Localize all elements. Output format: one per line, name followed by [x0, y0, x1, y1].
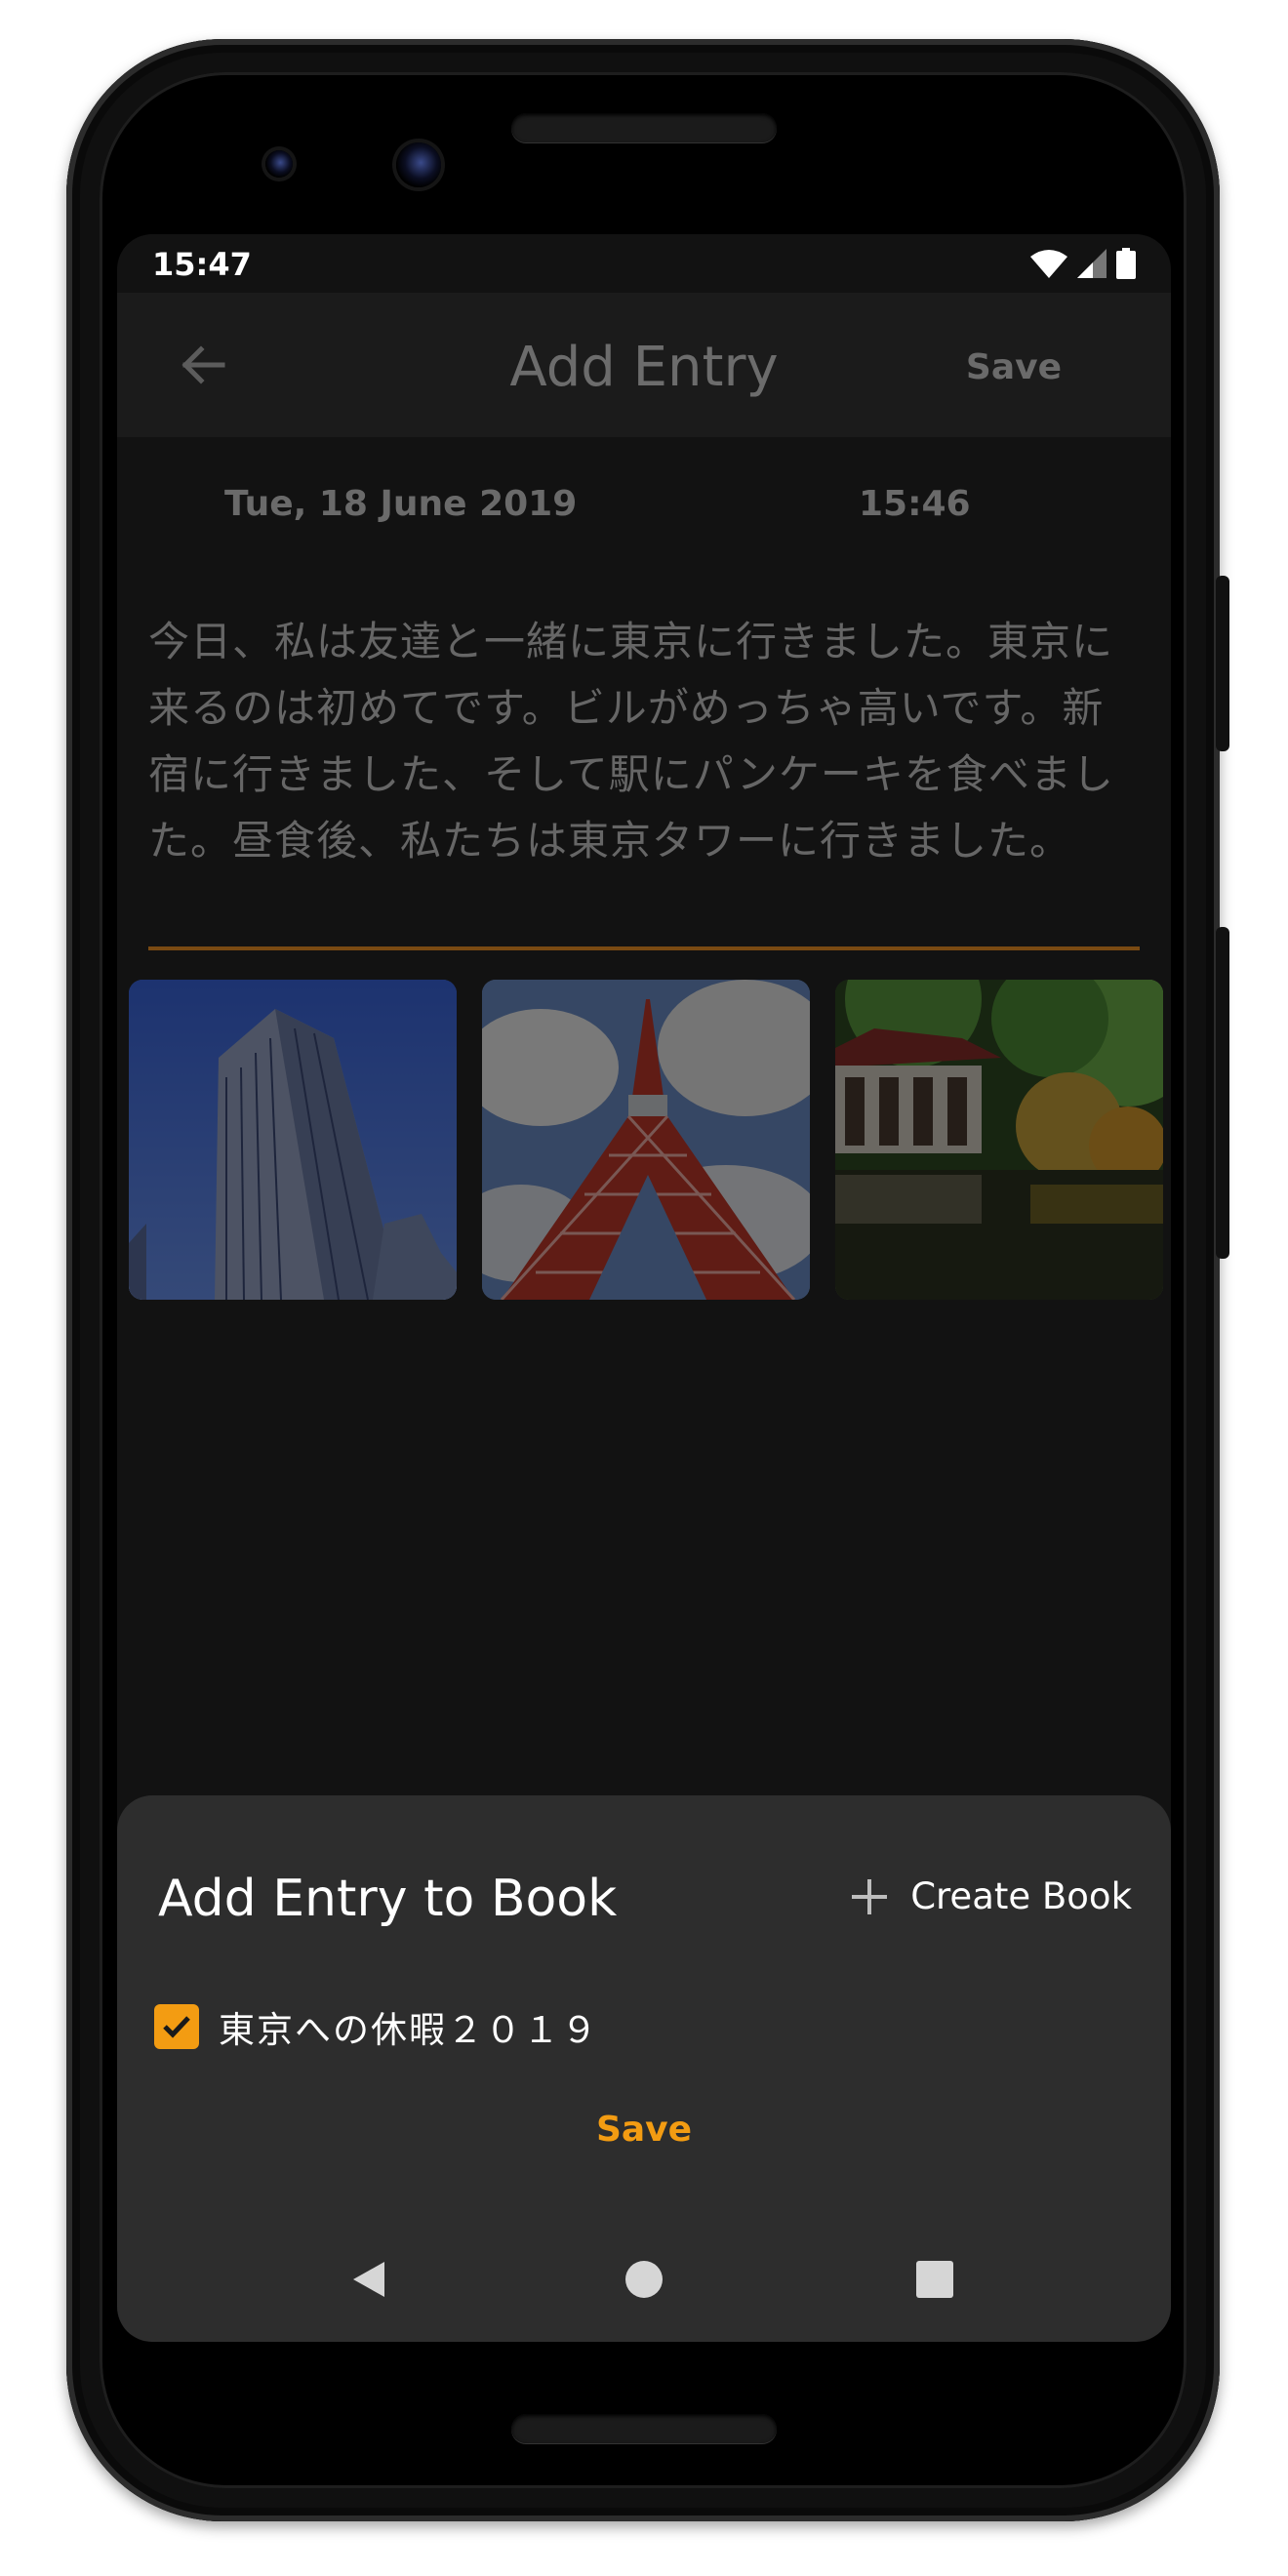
japanese-garden-photo[interactable]	[835, 980, 1163, 1300]
status-bar: 15:47	[117, 234, 1171, 293]
status-time: 15:47	[152, 246, 252, 283]
time-picker[interactable]: 15:46	[859, 484, 971, 524]
bottom-speaker	[511, 2414, 777, 2443]
home-circle-icon[interactable]	[609, 2244, 679, 2314]
navigation-bar	[117, 2217, 1171, 2342]
earpiece-speaker	[511, 113, 777, 142]
tokyo-tower-photo[interactable]	[482, 980, 810, 1300]
screen: 15:47 Add Entry Save Tue, 18 June 2019 1…	[117, 234, 1171, 2342]
battery-icon	[1116, 248, 1136, 279]
text-field-underline	[148, 946, 1140, 950]
entry-text-field[interactable]: 今日、私は友達と一緒に東京に行きました。東京に来るのは初めてです。ビルがめっちゃ…	[148, 609, 1124, 874]
status-icons	[1030, 248, 1136, 279]
signal-icon	[1077, 249, 1107, 278]
app-bar: Add Entry Save	[117, 293, 1171, 437]
sheet-title: Add Entry to Book	[158, 1870, 618, 1928]
checkmark-icon	[163, 2016, 190, 2038]
volume-button	[1216, 927, 1229, 1259]
back-triangle-icon[interactable]	[334, 2244, 404, 2314]
create-book-label: Create Book	[910, 1875, 1132, 1917]
create-book-button[interactable]: Create Book	[850, 1875, 1132, 1917]
save-button[interactable]: Save	[966, 347, 1062, 387]
sheet-save-button[interactable]: Save	[117, 2110, 1171, 2150]
front-camera-right	[396, 142, 441, 187]
wifi-icon	[1030, 250, 1067, 278]
skyscraper-photo[interactable]	[129, 980, 457, 1300]
add-to-book-sheet: Add Entry to Book Create Book 東京への休暇２０１９…	[117, 1795, 1171, 2342]
plus-icon	[852, 1878, 888, 1914]
book-checkbox[interactable]	[154, 2004, 199, 2049]
power-button	[1216, 576, 1229, 751]
date-picker[interactable]: Tue, 18 June 2019	[224, 484, 577, 524]
recents-square-icon[interactable]	[900, 2244, 970, 2314]
date-time-row: Tue, 18 June 2019 15:46	[117, 437, 1171, 584]
book-list-item[interactable]: 東京への休暇２０１９	[154, 2000, 599, 2053]
photo-strip	[129, 980, 1163, 1300]
front-camera-left	[265, 150, 293, 178]
book-label: 東京への休暇２０１９	[219, 2009, 599, 2051]
